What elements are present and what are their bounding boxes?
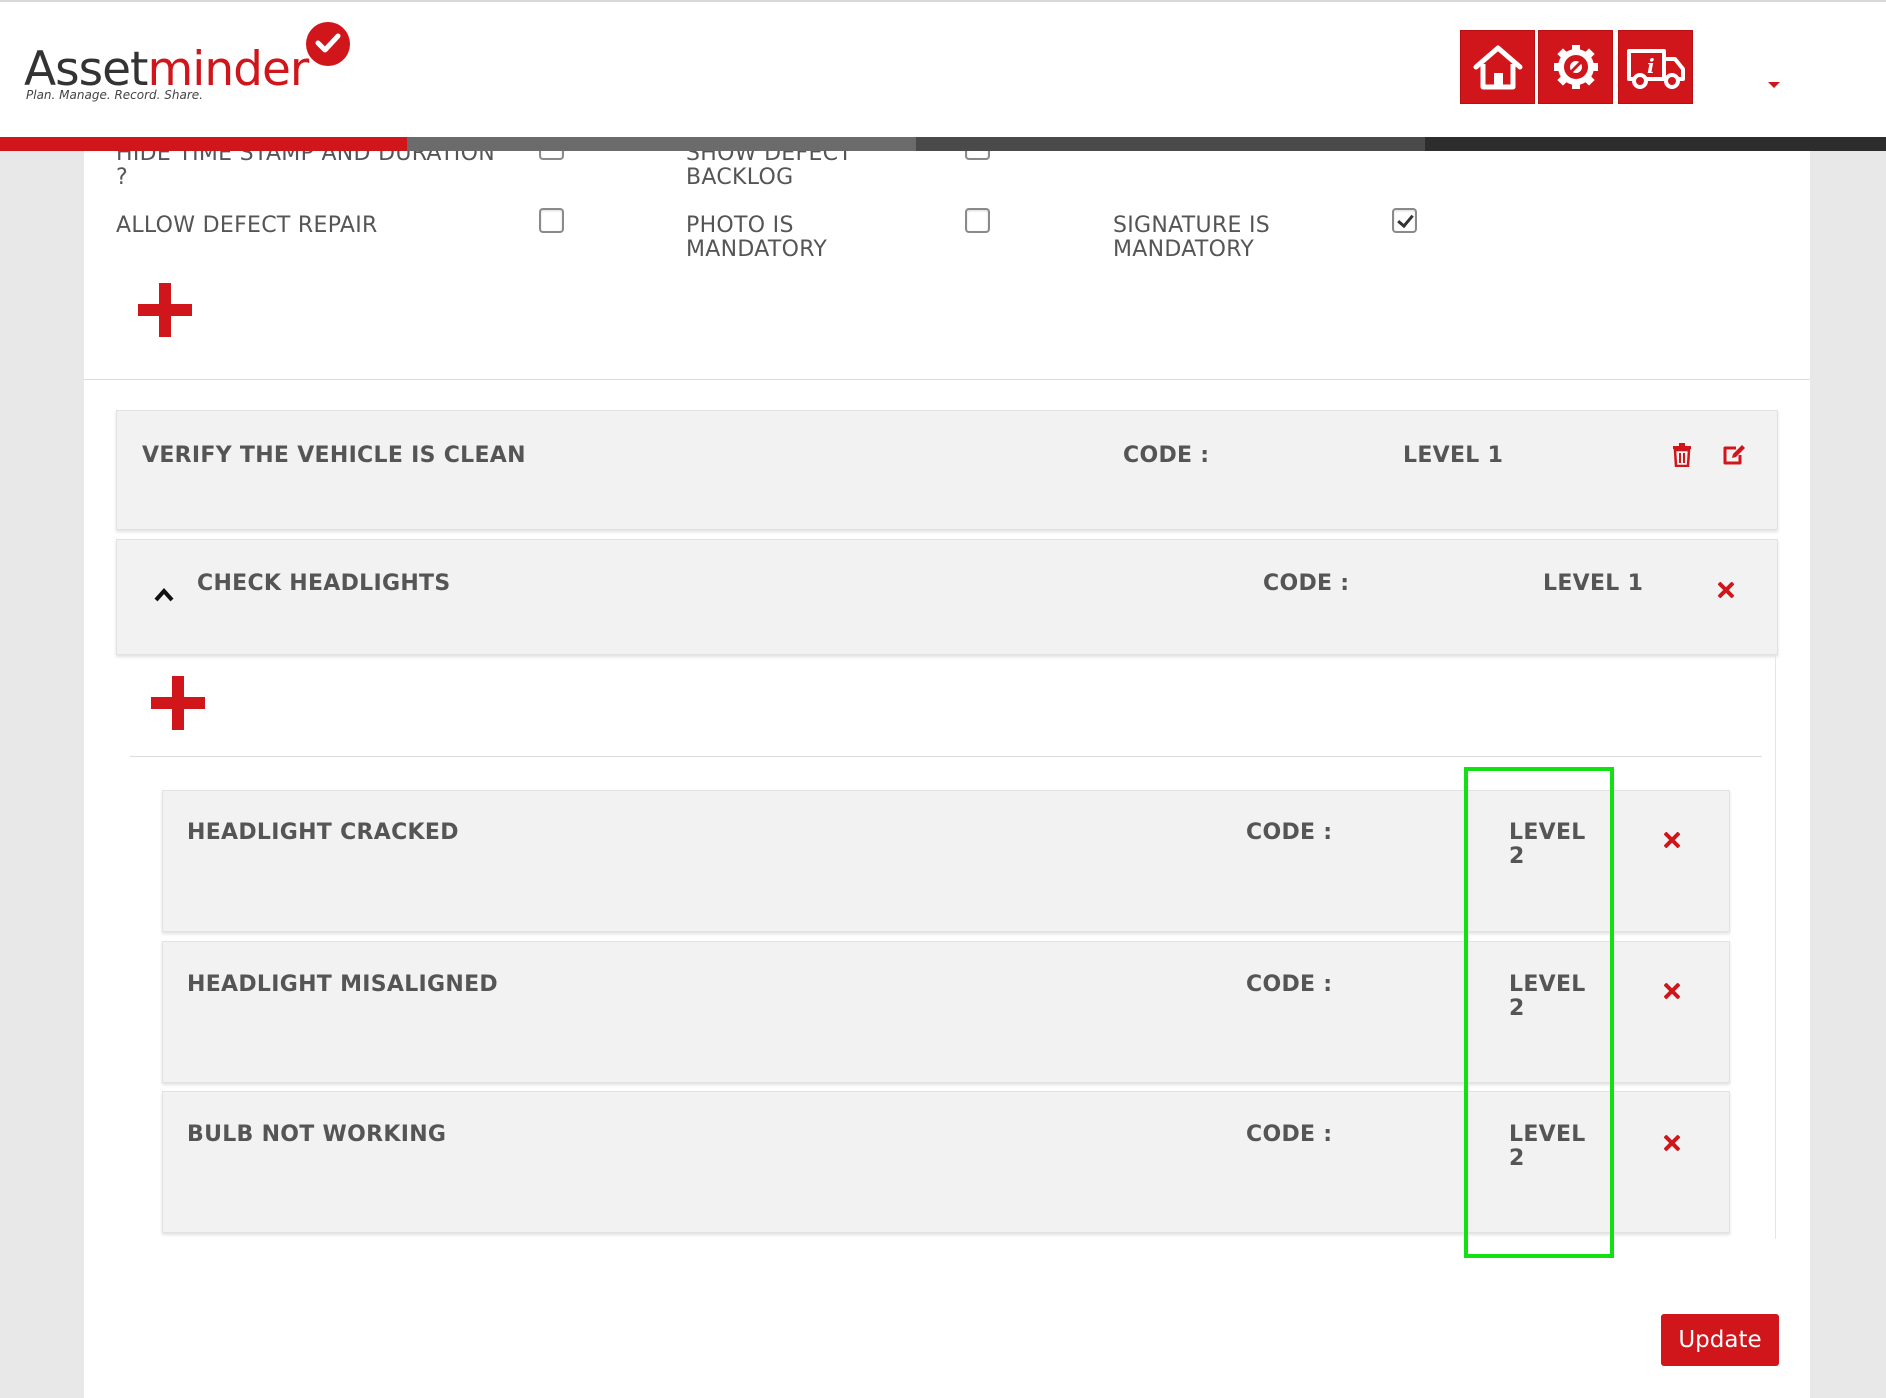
item-level: LEVEL 1: [1543, 571, 1644, 596]
assetminder-logo[interactable]: Assetminder Plan. Manage. Record. Share.: [24, 20, 354, 110]
logo-wordmark: Assetminder: [24, 46, 309, 93]
logo-checkmark-icon: [306, 22, 350, 66]
vehicle-info-icon: i: [1626, 49, 1685, 89]
show-defect-backlog-label: SHOW DEFECT BACKLOG: [686, 151, 853, 190]
svg-text:i: i: [1647, 54, 1655, 78]
close-icon[interactable]: [1663, 831, 1681, 849]
sub-item-title: BULB NOT WORKING: [187, 1122, 447, 1147]
section-divider: [84, 379, 1810, 380]
settings-icon: [1553, 45, 1598, 89]
edit-icon[interactable]: [1722, 444, 1746, 466]
progress-step-2: [407, 137, 916, 151]
user-menu-dropdown-caret-icon[interactable]: [1768, 82, 1780, 88]
item-title: VERIFY THE VEHICLE IS CLEAN: [142, 443, 526, 468]
sub-item-code-label: CODE :: [1246, 820, 1333, 845]
signature-mandatory-checkbox[interactable]: [1392, 208, 1417, 233]
home-icon: [1473, 45, 1522, 90]
checklist-item-row-expanded[interactable]: CHECK HEADLIGHTS CODE : LEVEL 1: [116, 539, 1778, 655]
chevron-up-icon[interactable]: [153, 584, 175, 606]
allow-defect-repair-checkbox[interactable]: [539, 208, 564, 233]
item-code-label: CODE :: [1263, 571, 1350, 596]
close-icon[interactable]: [1663, 1134, 1681, 1152]
show-defect-backlog-checkbox[interactable]: [965, 151, 990, 160]
vehicle-info-button[interactable]: i: [1618, 30, 1693, 104]
photo-mandatory-label: PHOTO IS MANDATORY: [686, 213, 828, 262]
sub-section-divider: [130, 756, 1762, 757]
add-item-plus-icon[interactable]: [138, 283, 192, 337]
sub-item-title: HEADLIGHT MISALIGNED: [187, 972, 498, 997]
close-icon[interactable]: [1717, 581, 1735, 599]
progress-step-4: [1425, 137, 1886, 151]
app-header: Assetminder Plan. Manage. Record. Share.: [0, 0, 1886, 137]
item-title: CHECK HEADLIGHTS: [197, 571, 451, 596]
sub-item-code-label: CODE :: [1246, 972, 1333, 997]
home-button[interactable]: [1460, 30, 1535, 104]
allow-defect-repair-label: ALLOW DEFECT REPAIR: [116, 213, 378, 238]
trash-icon[interactable]: [1672, 443, 1692, 467]
hide-timestamp-label: HIDE TIME STAMP AND DURATION ?: [116, 151, 495, 190]
step-progress-bar: [0, 137, 1886, 151]
progress-step-3: [916, 137, 1425, 151]
progress-step-1: [0, 137, 407, 151]
checklist-item-row[interactable]: VERIFY THE VEHICLE IS CLEAN CODE : LEVEL…: [116, 410, 1778, 530]
logo-tagline: Plan. Manage. Record. Share.: [26, 88, 203, 102]
level-column-highlight-box: [1464, 767, 1614, 1258]
update-button[interactable]: Update: [1661, 1314, 1779, 1366]
signature-mandatory-label: SIGNATURE IS MANDATORY: [1113, 213, 1271, 262]
sub-item-code-label: CODE :: [1246, 1122, 1333, 1147]
item-code-label: CODE :: [1123, 443, 1210, 468]
hide-timestamp-checkbox[interactable]: [539, 151, 564, 160]
sub-item-title: HEADLIGHT CRACKED: [187, 820, 459, 845]
item-level: LEVEL 1: [1403, 443, 1504, 468]
settings-button[interactable]: [1538, 30, 1613, 104]
close-icon[interactable]: [1663, 982, 1681, 1000]
photo-mandatory-checkbox[interactable]: [965, 208, 990, 233]
add-sub-item-plus-icon[interactable]: [151, 676, 205, 730]
